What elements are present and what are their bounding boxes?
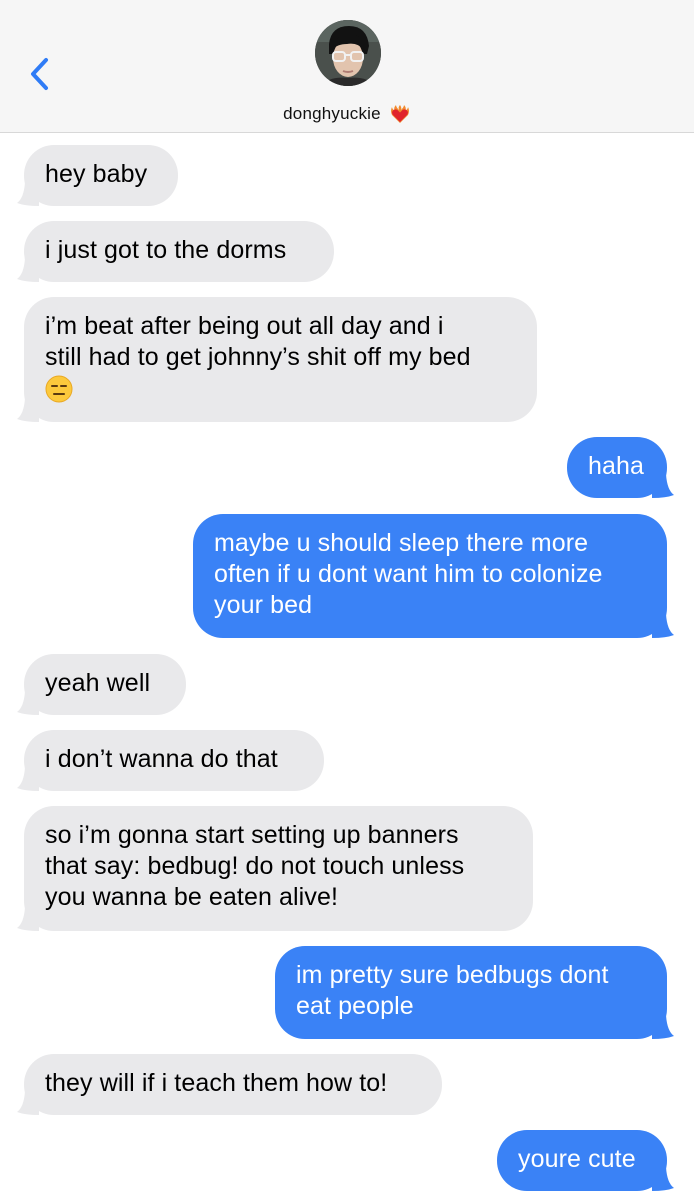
avatar-photo <box>315 20 381 86</box>
message-bubble-incoming[interactable]: i’m beat after being out all day and i s… <box>17 297 537 422</box>
message-text: often if u dont want him to colonize <box>214 560 603 588</box>
bubble-tail <box>17 182 39 206</box>
bubble-tail <box>17 691 39 715</box>
message-bubble-incoming[interactable]: so i’m gonna start setting up banners th… <box>17 806 533 931</box>
message-text: your bed <box>214 591 313 619</box>
message-text: hey baby <box>45 160 148 188</box>
bubble-tail <box>652 1167 674 1191</box>
conversation-header: donghyuckie <box>0 0 694 133</box>
message-text: yeah well <box>45 669 151 697</box>
message-bubble-incoming[interactable]: hey baby <box>17 145 178 206</box>
bubble-tail <box>652 614 674 638</box>
message-bubble-outgoing[interactable]: maybe u should sleep there more often if… <box>193 514 674 638</box>
bubble-tail <box>17 767 39 791</box>
message-text: maybe u should sleep there more <box>214 529 589 557</box>
message-text: haha <box>588 452 645 480</box>
message-bubble-outgoing[interactable]: haha <box>567 437 674 498</box>
back-button[interactable] <box>24 52 60 96</box>
message-text: still had to get johnny’s shit off my be… <box>45 343 471 371</box>
contact-name: donghyuckie <box>283 104 381 123</box>
message-text: they will if i teach them how to! <box>45 1069 388 1097</box>
message-text: so i’m gonna start setting up banners <box>45 821 459 849</box>
message-text: i’m beat after being out all day and i <box>45 312 444 340</box>
message-text: i just got to the dorms <box>45 236 287 264</box>
bubble-tail <box>17 258 39 282</box>
message-bubble-outgoing[interactable]: youre cute <box>497 1130 674 1191</box>
message-text: that say: bedbug! do not touch unless <box>45 852 465 880</box>
message-text: eat people <box>296 992 414 1020</box>
contact-avatar[interactable] <box>315 20 381 86</box>
message-bubble-incoming[interactable]: yeah well <box>17 654 186 715</box>
message-text: im pretty sure bedbugs dont <box>296 961 609 989</box>
chevron-left-icon <box>31 58 48 90</box>
bubble-tail <box>17 398 39 422</box>
bubble-tail <box>17 907 39 931</box>
message-bubble-incoming[interactable]: i don’t wanna do that <box>17 730 324 791</box>
message-bubble-outgoing[interactable]: im pretty sure bedbugs dont eat people <box>275 946 674 1039</box>
bubble-tail <box>652 474 674 498</box>
bubble-tail <box>652 1015 674 1039</box>
message-text: i don’t wanna do that <box>45 745 278 773</box>
bubble-tail <box>17 1091 39 1115</box>
expressionless-face-icon <box>45 375 73 403</box>
message-bubble-incoming[interactable]: i just got to the dorms <box>17 221 334 282</box>
message-bubble-incoming[interactable]: they will if i teach them how to! <box>17 1054 442 1115</box>
heart-on-fire-icon <box>390 105 409 123</box>
message-text: youre cute <box>518 1145 636 1173</box>
message-text: you wanna be eaten alive! <box>45 883 338 911</box>
contact-title[interactable]: donghyuckie <box>0 100 694 128</box>
